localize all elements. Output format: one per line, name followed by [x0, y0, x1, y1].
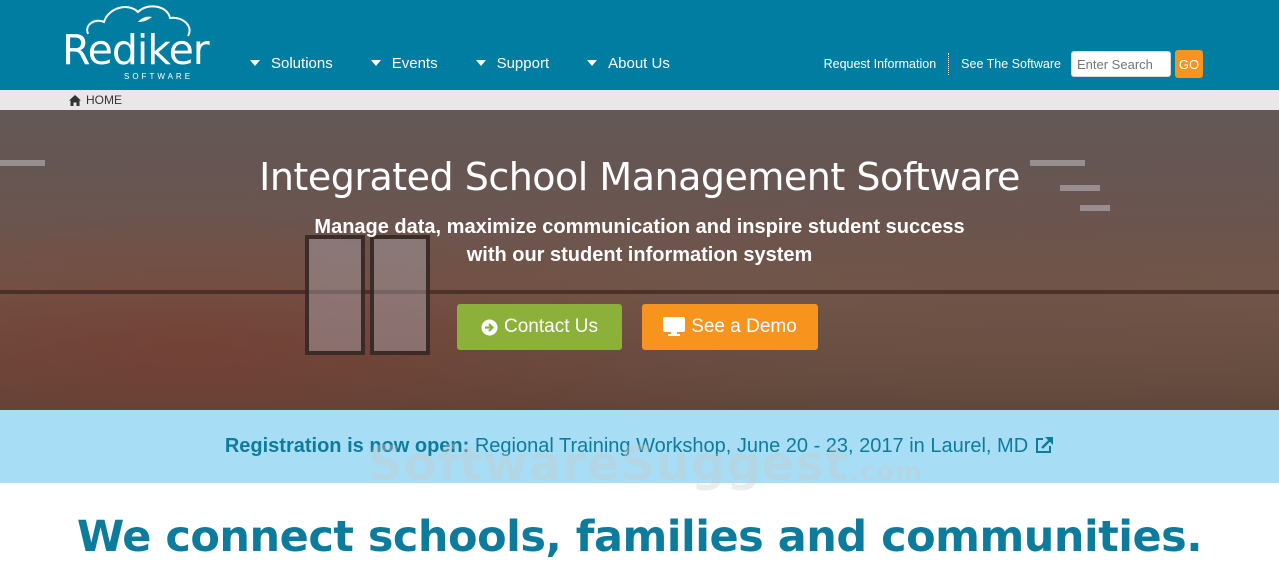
utility-nav: Request Information See The Software GO [824, 50, 1203, 78]
nav-item-solutions[interactable]: Solutions [250, 55, 333, 72]
main-nav: Solutions Events Support About Us [250, 55, 708, 72]
nav-item-label: About Us [608, 55, 670, 72]
arrow-circle-right-icon [481, 319, 498, 335]
search-go-button[interactable]: GO [1175, 50, 1203, 78]
caret-down-icon [475, 59, 486, 66]
hero-subtitle-line: with our student information system [466, 244, 813, 266]
nav-item-label: Support [496, 55, 550, 72]
contact-us-button[interactable]: Contact Us [457, 304, 622, 350]
logo-wordmark: Rediker [62, 26, 210, 74]
utility-divider [948, 53, 950, 75]
site-header: Rediker SOFTWARE Solutions Events Suppor… [0, 0, 1279, 90]
caret-down-icon [587, 59, 598, 66]
caret-down-icon [250, 59, 260, 66]
hero-buttons: Contact Us See a Demo [457, 304, 818, 350]
contact-us-label: Contact Us [504, 316, 598, 337]
tagline-heading: We connect schools, families and communi… [76, 512, 1203, 562]
search-input[interactable] [1071, 51, 1171, 77]
nav-item-label: Events [391, 55, 438, 72]
see-a-demo-button[interactable]: See a Demo [642, 304, 818, 350]
rediker-logo[interactable]: Rediker SOFTWARE [58, 0, 210, 85]
caret-down-icon [370, 59, 381, 66]
breadcrumb[interactable]: HOME [69, 93, 122, 107]
home-icon [69, 94, 81, 106]
hero-subtitle-line: Manage data, maximize communication and … [314, 216, 965, 238]
announcement-lead: Registration is now open: [224, 435, 470, 457]
nav-item-label: Solutions [271, 55, 333, 72]
breadcrumb-bar: HOME [0, 90, 1279, 110]
hero-title: Integrated School Management Software [259, 155, 1020, 199]
monitor-icon [663, 317, 686, 336]
announcement-details: Regional Training Workshop, June 20 - 23… [469, 435, 1029, 457]
external-link-icon [1036, 437, 1054, 453]
see-the-software-link[interactable]: See The Software [961, 57, 1061, 71]
announcement-banner: Registration is now open: Regional Train… [0, 410, 1279, 483]
nav-item-events[interactable]: Events [370, 55, 438, 72]
hero-subtitle: Manage data, maximize communication and … [0, 213, 1279, 269]
logo-subtitle: SOFTWARE [124, 72, 194, 81]
see-a-demo-label: See a Demo [691, 316, 797, 337]
hero-background-light [1080, 205, 1110, 211]
breadcrumb-home[interactable]: HOME [86, 93, 122, 107]
request-information-link[interactable]: Request Information [824, 57, 937, 71]
nav-item-about-us[interactable]: About Us [587, 55, 670, 72]
hero-section: Integrated School Management Software Ma… [0, 110, 1279, 410]
nav-item-support[interactable]: Support [475, 55, 550, 72]
announcement-text[interactable]: Registration is now open: Regional Train… [0, 435, 1279, 458]
hero-background-wall [0, 290, 1279, 294]
